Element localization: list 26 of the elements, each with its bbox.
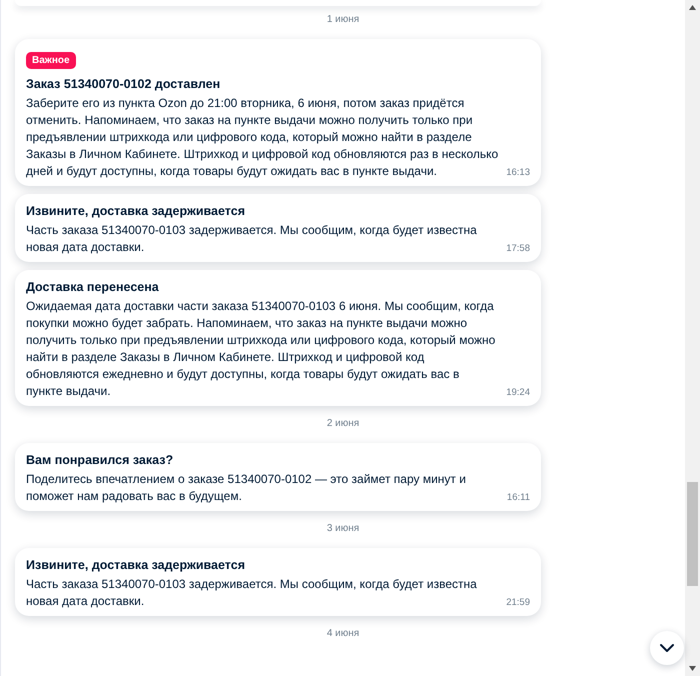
message-text: Часть заказа 51340070-0103 задерживается. Мы сообщим, когда будет известна новая дата доставки. xyxy=(26,576,478,610)
scroll-down-button[interactable] xyxy=(650,631,684,665)
scrollbar[interactable] xyxy=(685,0,700,676)
message-title: Извините, доставка задерживается xyxy=(26,203,246,220)
date-label: 2 июня xyxy=(326,417,360,431)
message-text: Поделитесь впечатлением о заказе 51340070-0102 — это займет пару минут и поможет нам радовать вас в будущем. xyxy=(26,471,467,505)
message-time: 16:13 xyxy=(506,166,530,180)
message-time: 17:58 xyxy=(506,242,530,256)
message-title: Доставка перенесена xyxy=(26,279,160,296)
message-time: 21:59 xyxy=(506,596,530,610)
message-title: Заказ 51340070-0102 доставлен xyxy=(26,76,222,93)
scrollbar-thumb[interactable] xyxy=(687,482,698,586)
chevron-down-icon xyxy=(659,643,675,653)
date-label: 1 июня xyxy=(326,13,360,27)
message-title: Вам понравился заказ? xyxy=(26,452,174,469)
message-text: Ожидаемая дата доставки части заказа 51340070-0103 6 июня. Мы сообщим, когда покупки можно будет забрать. Напоминаем, что заказ на пункте выдачи можно получить только при предъявлении штрихкода или цифрового кода, который можно найти в разделе Заказы в Личном Кабинете. Штрихкод и цифровой код обновляются ежедневно и будут доступны, когда товары будут ожидать вас в пункте выдачи. xyxy=(26,298,496,400)
message-title: Извините, доставка задерживается xyxy=(26,557,246,574)
scroll-down-icon[interactable] xyxy=(689,666,696,671)
message-time: 16:11 xyxy=(506,490,530,505)
date-label: 4 июня xyxy=(326,627,360,641)
message-time: 19:24 xyxy=(506,386,530,400)
important-badge: Важное xyxy=(26,52,76,69)
date-label: 3 июня xyxy=(326,522,360,536)
scroll-up-icon[interactable] xyxy=(689,5,696,10)
message-text: Заберите его из пункта Ozon до 21:00 вторника, 6 июня, потом заказ придётся отменить. Напоминаем, что заказ на пункте выдачи можно получить только при предъявлении штрихкода или цифрового кода, который можно найти в разделе Заказы в Личном Кабинете. Штрихкод и цифровой код обновляются раз в несколько дней и будут доступны, когда товары будут ожидать вас в пункте выдачи. xyxy=(26,95,500,180)
message-text: Часть заказа 51340070-0103 задерживается. Мы сообщим, когда будет известна новая дата доставки. xyxy=(26,222,478,256)
